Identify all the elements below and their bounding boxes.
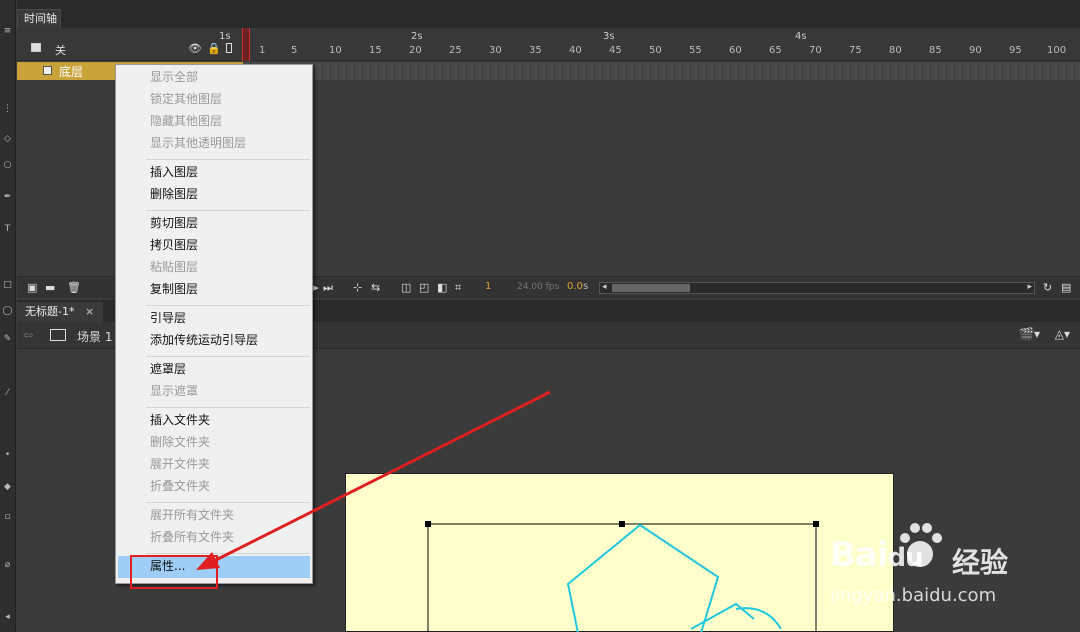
paw-icon: [900, 523, 942, 567]
watermark-url: jingyan.baidu.com: [830, 585, 997, 606]
watermark-brand: 经验: [952, 546, 1009, 579]
